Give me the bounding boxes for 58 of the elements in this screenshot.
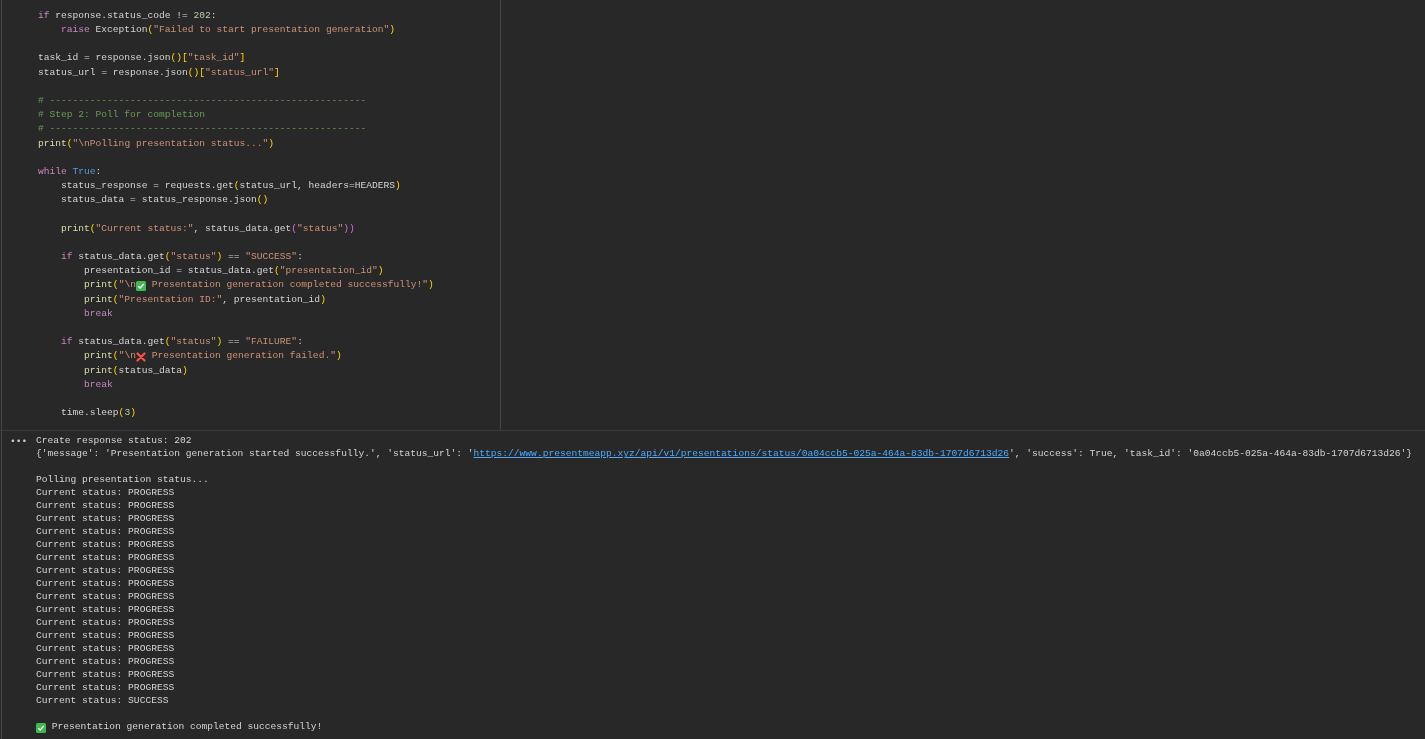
code-token: ( (112, 278, 119, 293)
code-token: Presentation generation completed successfully!" (151, 278, 429, 293)
code-line: status_response = requests.get(status_url, headers=HEADERS) (60, 179, 401, 194)
output-line: Create response status: 202 (36, 434, 192, 449)
output-line: Current status: PROGRESS (36, 616, 175, 631)
output-line: Current status: PROGRESS (36, 629, 175, 644)
output-menu-button[interactable]: ••• (2, 435, 36, 448)
code-token: Presentation generation failed." (151, 349, 336, 364)
code-token: ( (112, 349, 119, 364)
code-line: time.sleep(3) (60, 406, 136, 421)
code-line: task_id = response.json()["task_id"] (38, 51, 246, 66)
output-line: Current status: PROGRESS (36, 681, 175, 696)
output-line: Current status: PROGRESS (36, 564, 175, 579)
code-line: status_url = response.json()["status_url"] (38, 65, 280, 80)
output-line: Polling presentation status... (36, 473, 209, 488)
code-line: status_data = status_response.json() (60, 193, 269, 208)
code-editor[interactable] (1, 0, 501, 430)
cross-mark-icon (135, 351, 146, 362)
code-token: "\n (118, 278, 136, 293)
code-line: while True: (38, 164, 102, 179)
check-mark-icon (36, 722, 46, 733)
output-line: Current status: PROGRESS (36, 603, 175, 618)
code-line: if status_data.get("status") == "FAILURE": (60, 335, 303, 350)
code-token: ) (428, 278, 434, 293)
code-token: ) (335, 349, 342, 364)
output-text: {'message': 'Presentation generation started successfully.', 'status_url': ' (36, 447, 474, 462)
output-line: Current status: SUCCESS (36, 694, 169, 709)
output-line: Current status: PROGRESS (36, 655, 175, 670)
output-line: Current status: PROGRESS (36, 486, 175, 501)
code-line: break (83, 377, 113, 392)
code-line: break (83, 306, 113, 321)
code-line: # ------------------------------------------------------- (38, 122, 367, 137)
code-line: presentation_id = status_data.get("presentation_id") (83, 264, 384, 279)
code-token: print (84, 278, 113, 293)
check-mark-icon (135, 280, 146, 291)
code-token: "\n (118, 349, 136, 364)
output-line: Current status: PROGRESS (36, 551, 175, 566)
output-line: Current status: PROGRESS (36, 642, 175, 657)
code-line: # Step 2: Poll for completion (38, 108, 205, 123)
output-line: Current status: PROGRESS (36, 590, 175, 605)
code-line: if status_data.get("status") == "SUCCESS": (60, 250, 303, 265)
output-text: ', 'success': True, 'task_id': '0a04ccb5-025a-464a-83db-1707d6713d26'} (1008, 447, 1412, 462)
code-line: print(status_data) (83, 363, 188, 378)
output-line: Current status: PROGRESS (36, 525, 175, 540)
code-line: print("Presentation ID:", presentation_id) (83, 292, 326, 307)
code-line: print("\nPolling presentation status...") (38, 136, 275, 151)
output-text: Presentation generation completed successfully! (51, 720, 323, 735)
code-line: raise Exception("Failed to start presentation generation") (60, 23, 395, 38)
output-line: Current status: PROGRESS (36, 538, 175, 553)
code-line: if response.status_code != 202: (38, 8, 217, 23)
url-link[interactable]: https://www.presentmeapp.xyz/api/v1/presentations/status/0a04ccb5-025a-464a-83db-1707d6713d26 (473, 447, 1009, 462)
code-line: # ------------------------------------------------------- (38, 94, 367, 109)
output-line: Current status: PROGRESS (36, 577, 175, 592)
output-line: Current status: PROGRESS (36, 668, 175, 683)
code-line: print("Current status:", status_data.get("status")) (60, 221, 355, 236)
code-token: print (84, 349, 113, 364)
output-line: Current status: PROGRESS (36, 499, 175, 514)
output-line: Current status: PROGRESS (36, 512, 175, 527)
